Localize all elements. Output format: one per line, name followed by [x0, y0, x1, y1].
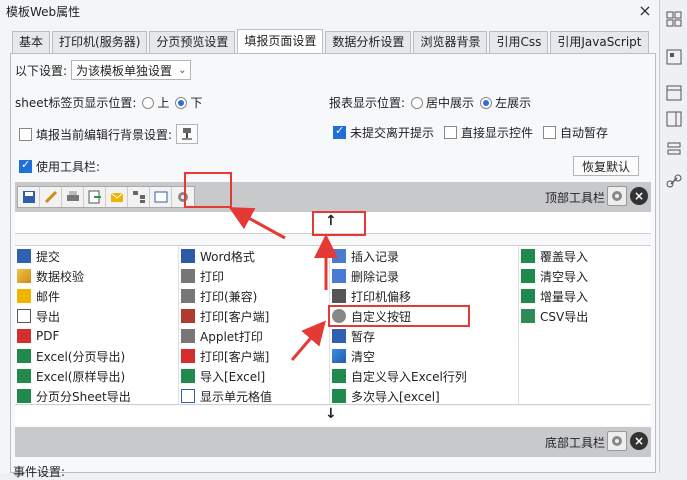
- annotation-arrows: [228, 207, 338, 361]
- side-toolbar: [661, 0, 687, 473]
- panel-icon: [666, 111, 682, 127]
- widget-icon: [666, 49, 682, 65]
- grid-layout-icon: [666, 11, 682, 27]
- stack-icon: [667, 142, 681, 155]
- link-icon: [666, 174, 682, 188]
- dialog: 模板Web属性 × 基本 打印机(服务器) 分页预览设置 填报页面设置 数据分析…: [0, 0, 660, 479]
- window-icon: [666, 85, 682, 101]
